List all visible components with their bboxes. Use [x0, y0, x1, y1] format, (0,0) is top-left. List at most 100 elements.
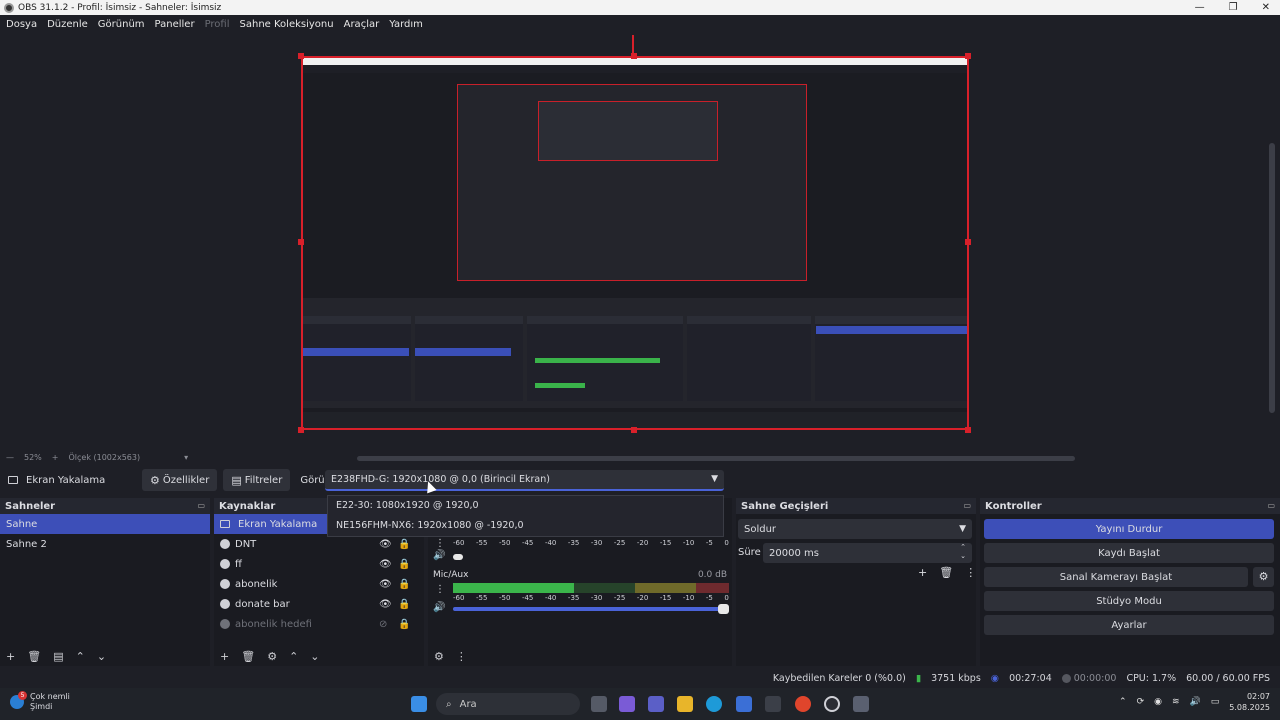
taskbar-search[interactable]: ⌕ Ara: [436, 693, 580, 715]
resize-handle-l[interactable]: [298, 239, 304, 245]
filters-button[interactable]: ▤ Filtreler: [223, 469, 291, 491]
resize-handle-b[interactable]: [631, 427, 637, 433]
transition-select[interactable]: Soldur ▼: [738, 519, 972, 539]
source-item[interactable]: DNT 👁 🔒: [214, 534, 424, 554]
eye-icon[interactable]: 👁: [379, 539, 392, 550]
volume-slider-knob[interactable]: [453, 554, 463, 560]
display-option-2[interactable]: NE156FHM-NX6: 1920x1080 @ -1920,0: [328, 516, 723, 536]
lock-icon[interactable]: 🔒: [398, 599, 410, 610]
dock-popout-icon[interactable]: ▭: [963, 501, 971, 510]
channel-menu-icon[interactable]: ⋮: [435, 538, 445, 549]
display-option-1[interactable]: E22-30: 1080x1920 @ 1920,0: [328, 496, 723, 516]
virtual-camera-settings-icon[interactable]: ⚙: [1253, 567, 1274, 587]
taskbar-notification[interactable]: 5 Çok nemli Şimdi: [10, 691, 70, 712]
discord-icon[interactable]: ◉: [1154, 697, 1162, 707]
preview-area[interactable]: [0, 33, 1280, 451]
eye-hidden-icon[interactable]: ⊘: [379, 619, 387, 630]
duration-input[interactable]: 20000 ms ⌃ ⌄: [763, 543, 972, 563]
add-icon[interactable]: +: [220, 650, 229, 663]
add-icon[interactable]: +: [918, 566, 927, 579]
chrome-icon[interactable]: [795, 696, 811, 712]
menu-docks[interactable]: Paneller: [155, 19, 195, 30]
clock[interactable]: 02:07 5.08.2025: [1229, 691, 1270, 713]
menu-edit[interactable]: Düzenle: [47, 19, 88, 30]
gear-icon[interactable]: ⚙: [267, 650, 277, 663]
eye-icon[interactable]: 👁: [379, 559, 392, 570]
zoom-out-icon[interactable]: —: [6, 453, 14, 462]
settings-taskbar-icon[interactable]: [853, 696, 869, 712]
spinner-icon[interactable]: ⌃ ⌄: [960, 543, 966, 561]
lock-icon[interactable]: 🔒: [398, 619, 410, 630]
menu-scene-collection[interactable]: Sahne Koleksiyonu: [240, 19, 334, 30]
rotation-handle[interactable]: [632, 35, 634, 55]
start-virtual-camera-button[interactable]: Sanal Kamerayı Başlat: [984, 567, 1248, 587]
properties-button[interactable]: ⚙ Özellikler: [142, 469, 218, 491]
trash-icon[interactable]: 🗑: [241, 650, 255, 663]
task-view-icon[interactable]: [591, 696, 607, 712]
volume-icon[interactable]: 🔊: [1190, 697, 1201, 707]
battery-icon[interactable]: ▭: [1211, 697, 1220, 707]
eye-icon[interactable]: 👁: [379, 599, 392, 610]
menu-tools[interactable]: Araçlar: [344, 19, 380, 30]
scene-item[interactable]: Sahne 2: [0, 534, 210, 554]
menu-file[interactable]: Dosya: [6, 19, 37, 30]
sync-icon[interactable]: ⟳: [1137, 697, 1145, 707]
source-item[interactable]: abonelik 👁 🔒: [214, 574, 424, 594]
obs-taskbar-icon[interactable]: [824, 696, 840, 712]
menu-profile[interactable]: Profil: [205, 19, 230, 30]
source-item[interactable]: donate bar 👁 🔒: [214, 594, 424, 614]
volume-slider-knob[interactable]: [718, 604, 729, 614]
scale-dropdown-icon[interactable]: ▾: [184, 453, 188, 462]
file-explorer-icon[interactable]: [677, 696, 693, 712]
speaker-icon[interactable]: 🔊: [433, 550, 445, 561]
trash-icon[interactable]: 🗑: [939, 566, 953, 579]
wifi-icon[interactable]: ≋: [1172, 697, 1180, 707]
preview-canvas[interactable]: [301, 56, 969, 430]
move-up-icon[interactable]: ⌃: [76, 650, 85, 663]
studio-mode-button[interactable]: Stüdyo Modu: [984, 591, 1274, 611]
advanced-audio-icon[interactable]: ⚙: [434, 650, 444, 663]
chevron-up-icon[interactable]: ⌃: [1119, 697, 1127, 707]
menu-help[interactable]: Yardım: [389, 19, 423, 30]
volume-slider[interactable]: [453, 604, 729, 614]
lock-icon[interactable]: 🔒: [398, 579, 410, 590]
more-options-icon[interactable]: ⋮: [965, 566, 976, 579]
lock-icon[interactable]: 🔒: [398, 539, 410, 550]
stop-streaming-button[interactable]: Yayını Durdur: [984, 519, 1274, 539]
lock-icon[interactable]: 🔒: [398, 559, 410, 570]
display-select[interactable]: E238FHD-G: 1920x1080 @ 0,0 (Birincil Ekr…: [325, 470, 724, 491]
channel-menu-icon[interactable]: ⋮: [435, 584, 445, 595]
maximize-icon[interactable]: ❐: [1229, 2, 1238, 13]
preview-vertical-scrollbar[interactable]: [1269, 143, 1275, 413]
move-down-icon[interactable]: ⌄: [97, 650, 106, 663]
close-icon[interactable]: ✕: [1262, 2, 1270, 13]
add-icon[interactable]: +: [6, 650, 15, 663]
move-down-icon[interactable]: ⌄: [310, 650, 319, 663]
dock-popout-icon[interactable]: ▭: [197, 501, 205, 510]
zoom-in-icon[interactable]: +: [52, 453, 59, 462]
menu-view[interactable]: Görünüm: [98, 19, 145, 30]
app-icon[interactable]: [765, 696, 781, 712]
minimize-icon[interactable]: —: [1195, 2, 1205, 13]
dock-popout-icon[interactable]: ▭: [1267, 501, 1275, 510]
speaker-icon[interactable]: 🔊: [433, 602, 445, 613]
start-recording-button[interactable]: Kaydı Başlat: [984, 543, 1274, 563]
store-icon[interactable]: [736, 696, 752, 712]
source-item[interactable]: ff 👁 🔒: [214, 554, 424, 574]
teams-icon[interactable]: [648, 696, 664, 712]
more-options-icon[interactable]: ⋮: [456, 650, 467, 663]
scene-item[interactable]: Sahne: [0, 514, 210, 534]
preview-horizontal-scrollbar[interactable]: [357, 456, 1075, 461]
resize-handle-br[interactable]: [965, 427, 971, 433]
windows-start-icon[interactable]: [411, 696, 427, 712]
copilot-icon[interactable]: [619, 696, 635, 712]
trash-icon[interactable]: 🗑: [27, 650, 41, 663]
source-item[interactable]: abonelik hedefi ⊘ 🔒: [214, 614, 424, 634]
eye-icon[interactable]: 👁: [379, 579, 392, 590]
settings-button[interactable]: Ayarlar: [984, 615, 1274, 635]
filter-icon[interactable]: ▤: [53, 650, 63, 663]
resize-handle-tl[interactable]: [298, 53, 304, 59]
move-up-icon[interactable]: ⌃: [289, 650, 298, 663]
resize-handle-tr[interactable]: [965, 53, 971, 59]
resize-handle-bl[interactable]: [298, 427, 304, 433]
